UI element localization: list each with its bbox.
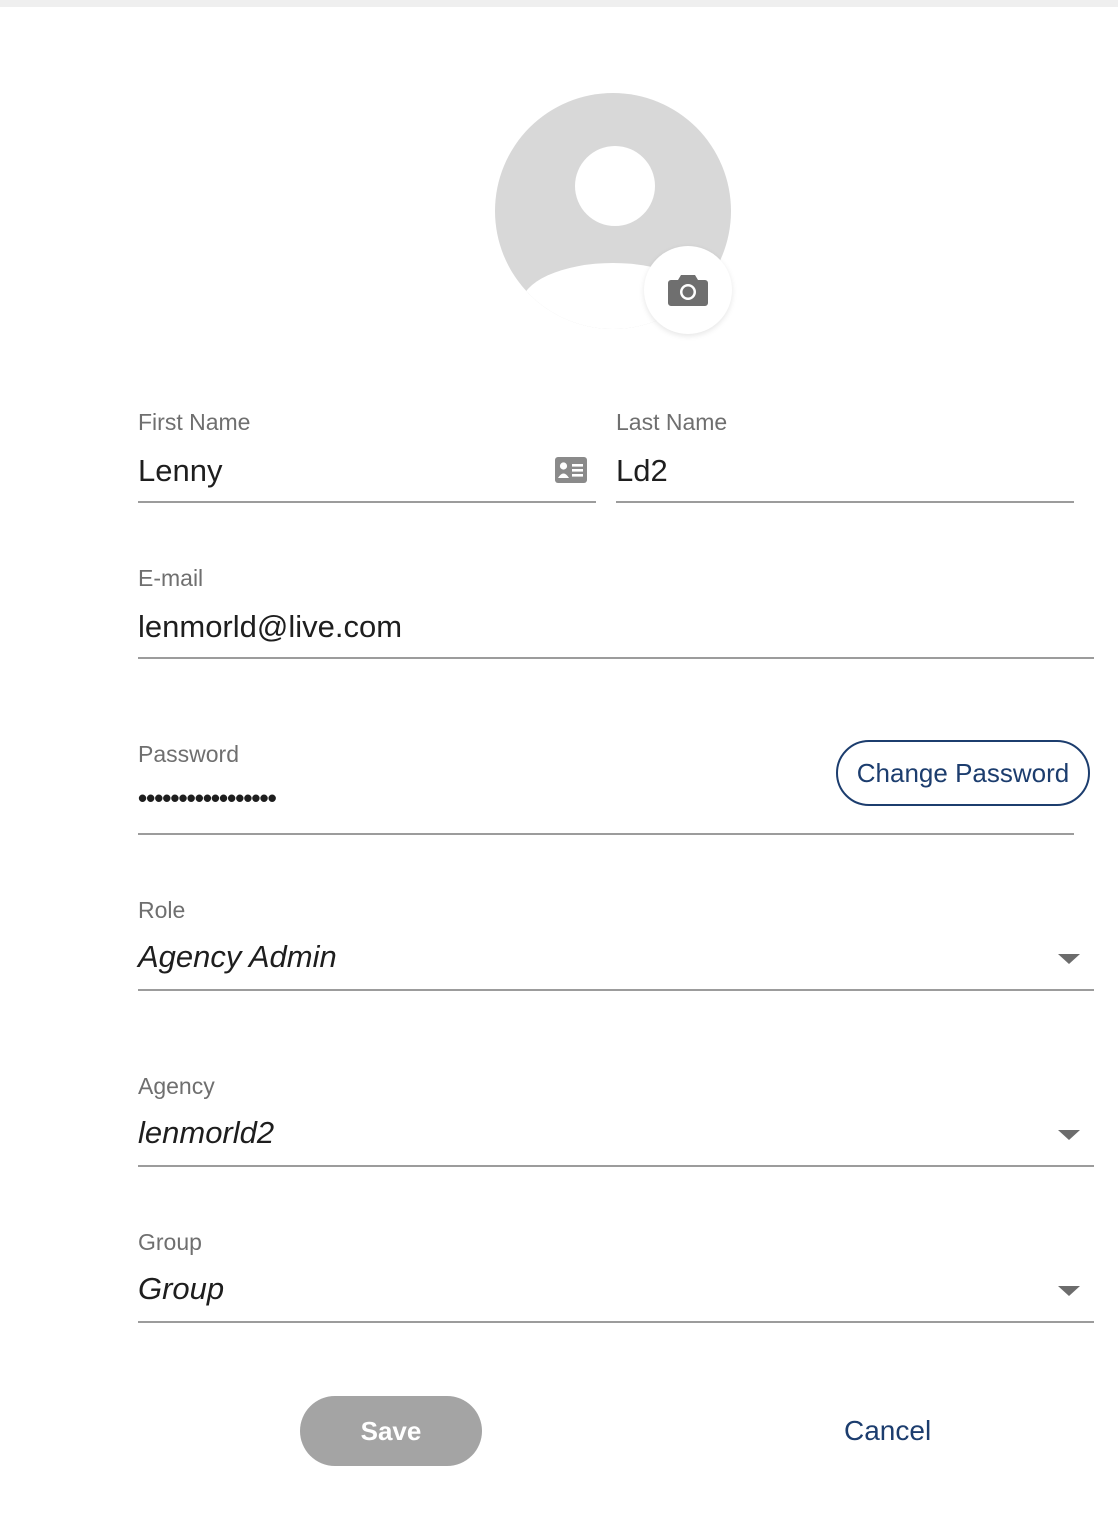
first-name-label: First Name (138, 409, 251, 435)
last-name-underline (616, 501, 1074, 503)
agency-underline (138, 1165, 1094, 1167)
agency-select[interactable]: Agency lenmorld2 (138, 1073, 1094, 1169)
chevron-down-icon[interactable] (1058, 1286, 1080, 1296)
last-name-label: Last Name (616, 409, 728, 435)
change-photo-button[interactable] (644, 246, 732, 334)
email-underline (138, 657, 1094, 659)
top-divider (0, 0, 1118, 7)
password-underline (138, 833, 1074, 835)
first-name-field[interactable]: First Name Lenny (138, 409, 596, 505)
camera-icon (668, 275, 708, 306)
email-input[interactable]: lenmorld@live.com (138, 609, 402, 645)
first-name-underline (138, 501, 596, 503)
chevron-down-icon[interactable] (1058, 954, 1080, 964)
group-value: Group (138, 1271, 225, 1306)
last-name-input[interactable]: Ld2 (616, 453, 668, 489)
cancel-button[interactable]: Cancel (844, 1415, 931, 1447)
agency-label: Agency (138, 1073, 215, 1099)
group-underline (138, 1321, 1094, 1323)
role-label: Role (138, 897, 186, 923)
role-value: Agency Admin (138, 939, 337, 974)
profile-avatar[interactable] (495, 93, 732, 334)
chevron-down-icon[interactable] (1058, 1130, 1080, 1140)
group-select[interactable]: Group Group (138, 1229, 1094, 1325)
role-underline (138, 989, 1094, 991)
save-button[interactable]: Save (300, 1396, 482, 1466)
contact-card-icon[interactable] (554, 456, 588, 484)
group-label: Group (138, 1229, 202, 1255)
email-field[interactable]: E-mail lenmorld@live.com (138, 565, 1094, 661)
password-label: Password (138, 741, 239, 767)
last-name-field[interactable]: Last Name Ld2 (616, 409, 1074, 505)
role-select[interactable]: Role Agency Admin (138, 897, 1094, 993)
email-label: E-mail (138, 565, 204, 591)
agency-value: lenmorld2 (138, 1115, 275, 1150)
first-name-input[interactable]: Lenny (138, 453, 222, 489)
change-password-button[interactable]: Change Password (836, 740, 1090, 806)
password-input[interactable]: ••••••••••••••••• (138, 783, 277, 814)
